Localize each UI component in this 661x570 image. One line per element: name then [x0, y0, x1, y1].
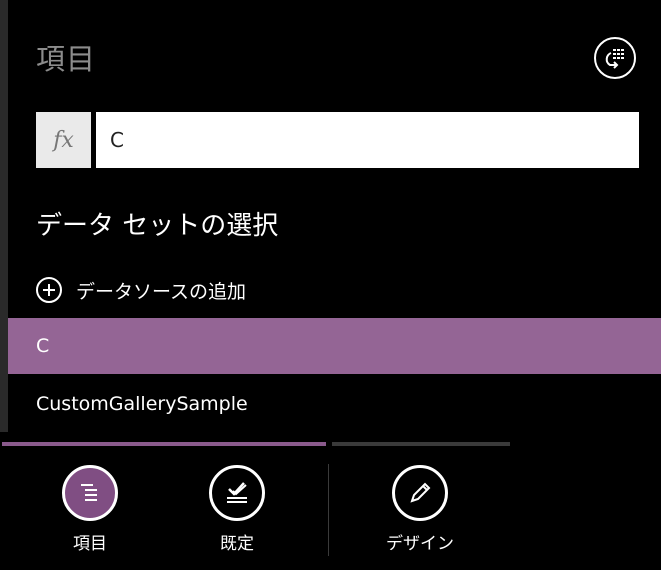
default-icon	[209, 465, 265, 521]
tab-default-label: 既定	[220, 534, 254, 554]
tab-divider	[328, 464, 329, 556]
items-panel: 項目 fx C データ セットの選択 データソースの追加 C CustomGal…	[8, 0, 661, 432]
list-item-selected[interactable]: C	[8, 318, 661, 374]
pencil-icon	[392, 465, 448, 521]
refresh-list-icon	[605, 49, 624, 69]
tab-items[interactable]: 項目	[30, 465, 150, 555]
items-icon	[62, 465, 118, 521]
panel-edge	[0, 0, 8, 432]
tab-design[interactable]: デザイン	[360, 465, 480, 555]
scroll-indicator-active	[2, 442, 326, 446]
plus-circle-icon	[36, 277, 62, 303]
tab-items-label: 項目	[73, 534, 107, 554]
add-data-source-label: データソースの追加	[76, 280, 247, 303]
refresh-list-button[interactable]	[594, 37, 636, 79]
dataset-heading: データ セットの選択	[36, 211, 279, 241]
formula-bar: fx C	[36, 112, 639, 168]
tab-design-label: デザイン	[386, 534, 454, 554]
formula-input[interactable]: C	[96, 112, 639, 168]
add-data-source-button[interactable]: データソースの追加	[36, 275, 246, 305]
panel-title: 項目	[36, 42, 97, 76]
fx-button[interactable]: fx	[36, 112, 91, 168]
app-frame: 項目 fx C データ セットの選択 データソースの追加 C CustomGal…	[0, 0, 661, 570]
tab-default[interactable]: 既定	[177, 465, 297, 555]
list-item[interactable]: CustomGallerySample	[8, 376, 661, 432]
scroll-indicator-track	[332, 442, 510, 446]
